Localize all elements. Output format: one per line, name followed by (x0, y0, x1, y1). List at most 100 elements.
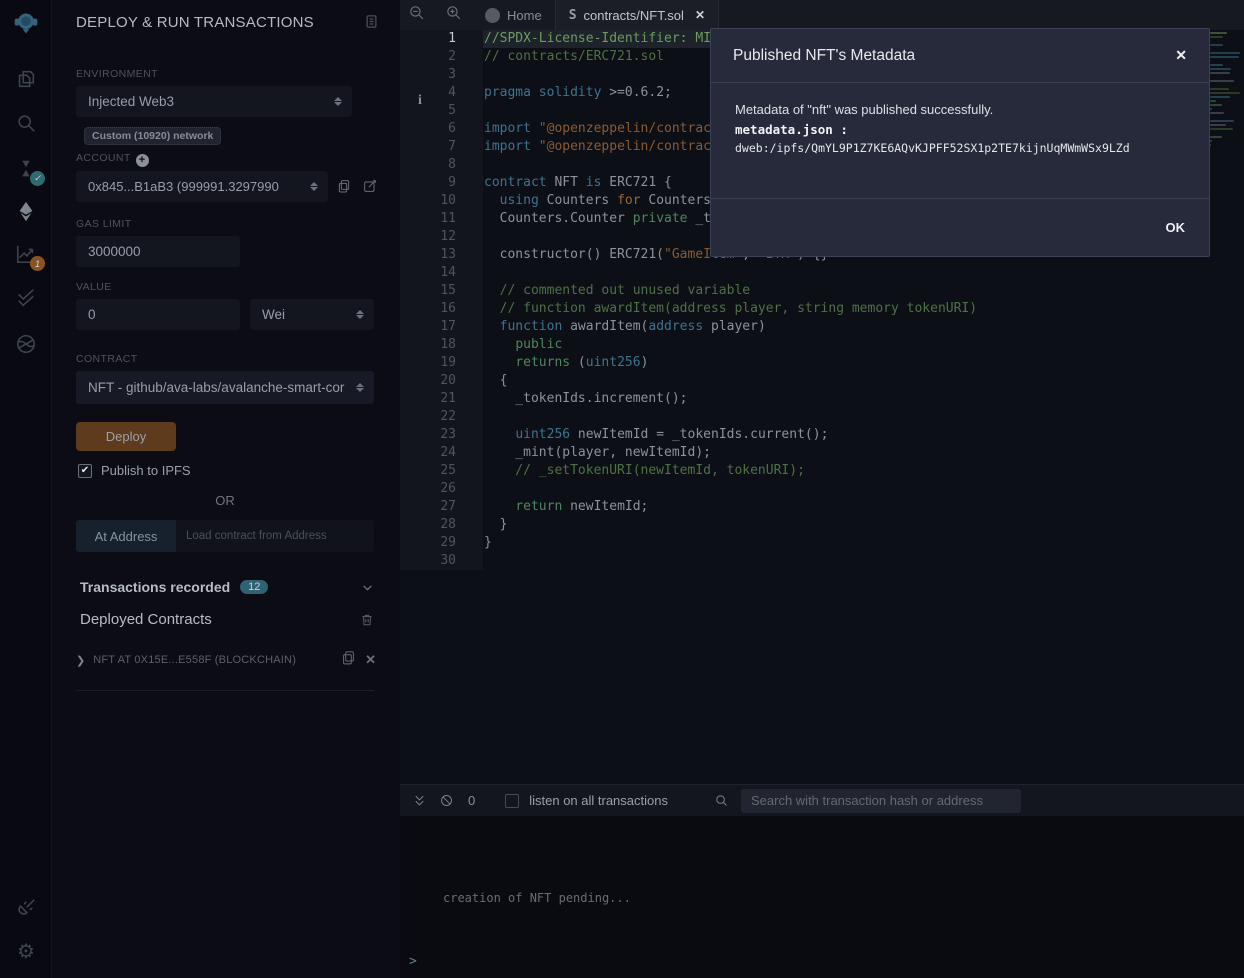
deployed-contract-item[interactable]: ❯ NFT AT 0X15E...E558F (BLOCKCHAIN) ✕ (76, 649, 376, 671)
divider (76, 690, 374, 691)
remix-logo-icon[interactable] (13, 10, 39, 36)
code-text (483, 102, 484, 120)
line-number[interactable]: 2 (400, 48, 456, 66)
environment-select[interactable]: Injected Web3 (76, 86, 352, 117)
modal-body: Metadata of "nft" was published successf… (711, 83, 1209, 198)
line-number[interactable]: 24 (400, 444, 456, 462)
copy-contract-icon[interactable] (340, 649, 357, 671)
collapse-terminal-icon[interactable] (412, 793, 427, 808)
tab-contracts-nft-sol[interactable]: S contracts/NFT.sol ✕ (555, 0, 719, 30)
line-number[interactable]: 17 (400, 318, 456, 336)
line-number[interactable]: 15 (400, 282, 456, 300)
line-number[interactable]: 21 (400, 390, 456, 408)
line-number[interactable]: 4 (400, 84, 456, 102)
line-number[interactable]: 18 (400, 336, 456, 354)
line-number[interactable]: 23 (400, 426, 456, 444)
line-number[interactable]: 3 (400, 66, 456, 84)
file-explorer-icon[interactable] (13, 66, 39, 92)
line-number[interactable]: 19 (400, 354, 456, 372)
minimap[interactable] (1210, 32, 1242, 152)
line-number[interactable]: 8 (400, 156, 456, 174)
terminal-toolbar: 0 listen on all transactions (400, 784, 1244, 816)
contract-select[interactable]: NFT - github/ava-labs/avalanche-smart-co… (76, 371, 374, 404)
line-number[interactable]: 11 (400, 210, 456, 228)
line-number[interactable]: 7 (400, 138, 456, 156)
code-text: //SPDX-License-Identifier: MIT (483, 30, 719, 48)
deploy-button[interactable]: Deploy (76, 422, 176, 451)
expand-chevron-icon[interactable]: ❯ (76, 654, 85, 667)
code-line: 28 } (400, 516, 1244, 534)
at-address-row: At Address (76, 520, 374, 552)
static-analysis-icon[interactable]: 1 (13, 241, 39, 267)
clear-console-icon[interactable] (439, 793, 454, 808)
search-icon[interactable] (13, 110, 39, 136)
line-number[interactable]: 16 (400, 300, 456, 318)
code-text: } (483, 516, 507, 534)
add-account-icon[interactable]: + (136, 154, 149, 167)
line-number[interactable]: 30 (400, 552, 456, 570)
at-address-button[interactable]: At Address (76, 520, 176, 552)
transactions-recorded-row[interactable]: Transactions recorded 12 (80, 579, 374, 595)
gas-limit-input[interactable]: 3000000 (76, 236, 240, 267)
line-number[interactable]: 12 (400, 228, 456, 246)
ok-button[interactable]: OK (1166, 220, 1186, 235)
environment-info-icon[interactable]: i (418, 93, 422, 109)
code-line: 30 (400, 552, 1244, 570)
line-number[interactable]: 25 (400, 462, 456, 480)
ipfs-link[interactable]: dweb:/ipfs/QmYL9P1Z7KE6AQvKJPFF52SX1p2TE… (735, 141, 1185, 155)
settings-gear-icon[interactable]: ⚙ (13, 939, 39, 965)
terminal-search-input[interactable] (741, 789, 1021, 813)
line-number[interactable]: 1 (400, 30, 456, 48)
copy-account-icon[interactable] (336, 178, 352, 199)
trash-icon[interactable] (360, 612, 374, 627)
line-number[interactable]: 26 (400, 480, 456, 498)
remix-ide-app: ✓ 1 (0, 0, 1244, 978)
select-arrows-icon (356, 383, 364, 392)
code-text (483, 552, 484, 570)
chevron-down-icon[interactable] (361, 581, 374, 594)
code-line: 24 _mint(player, newItemId); (400, 444, 1244, 462)
line-number[interactable]: 14 (400, 264, 456, 282)
unit-testing-icon[interactable] (13, 285, 39, 311)
line-number[interactable]: 10 (400, 192, 456, 210)
remove-contract-icon[interactable]: ✕ (365, 652, 376, 668)
line-number[interactable]: 6 (400, 120, 456, 138)
zoom-out-icon[interactable] (408, 4, 425, 26)
documentation-icon[interactable] (364, 14, 379, 34)
code-line: 19 returns (uint256) (400, 354, 1244, 372)
remix-home-icon (485, 8, 500, 23)
line-number[interactable]: 27 (400, 498, 456, 516)
code-text: returns (uint256) (483, 354, 648, 372)
line-number[interactable]: 5 (400, 102, 456, 120)
at-address-input[interactable] (176, 520, 374, 552)
value-input[interactable]: 0 (76, 299, 240, 330)
account-select[interactable]: 0x845...B1aB3 (999991.3297990 (76, 171, 328, 202)
deploy-and-run-icon[interactable] (13, 198, 39, 224)
line-number[interactable]: 28 (400, 516, 456, 534)
line-number[interactable]: 22 (400, 408, 456, 426)
gas-limit-label: GAS LIMIT (76, 218, 132, 230)
solidity-file-icon: S (569, 8, 577, 23)
code-text (483, 156, 484, 174)
code-text: contract NFT is ERC721 { (483, 174, 672, 192)
line-number[interactable]: 20 (400, 372, 456, 390)
publish-ipfs-checkbox[interactable]: ✔ (78, 464, 92, 478)
close-tab-icon[interactable]: ✕ (695, 8, 705, 22)
line-number[interactable]: 13 (400, 246, 456, 264)
solidity-compiler-icon[interactable]: ✓ (13, 156, 39, 182)
publish-to-ipfs-row: ✔ Publish to IPFS (78, 463, 191, 478)
edit-account-icon[interactable] (362, 178, 378, 199)
modal-close-icon[interactable]: ✕ (1175, 47, 1187, 64)
plugin-sphere-icon[interactable] (13, 331, 39, 357)
line-number[interactable]: 29 (400, 534, 456, 552)
code-line: 20 { (400, 372, 1244, 390)
code-text: pragma solidity >=0.6.2; (483, 84, 672, 102)
zoom-in-icon[interactable] (445, 4, 462, 26)
value-unit-select[interactable]: Wei (250, 299, 374, 330)
tab-home[interactable]: Home (472, 0, 555, 30)
line-number[interactable]: 9 (400, 174, 456, 192)
terminal-prompt[interactable]: > (409, 954, 417, 969)
code-line: 22 (400, 408, 1244, 426)
plugin-manager-icon[interactable] (13, 895, 39, 921)
listen-transactions-checkbox[interactable] (505, 794, 519, 808)
